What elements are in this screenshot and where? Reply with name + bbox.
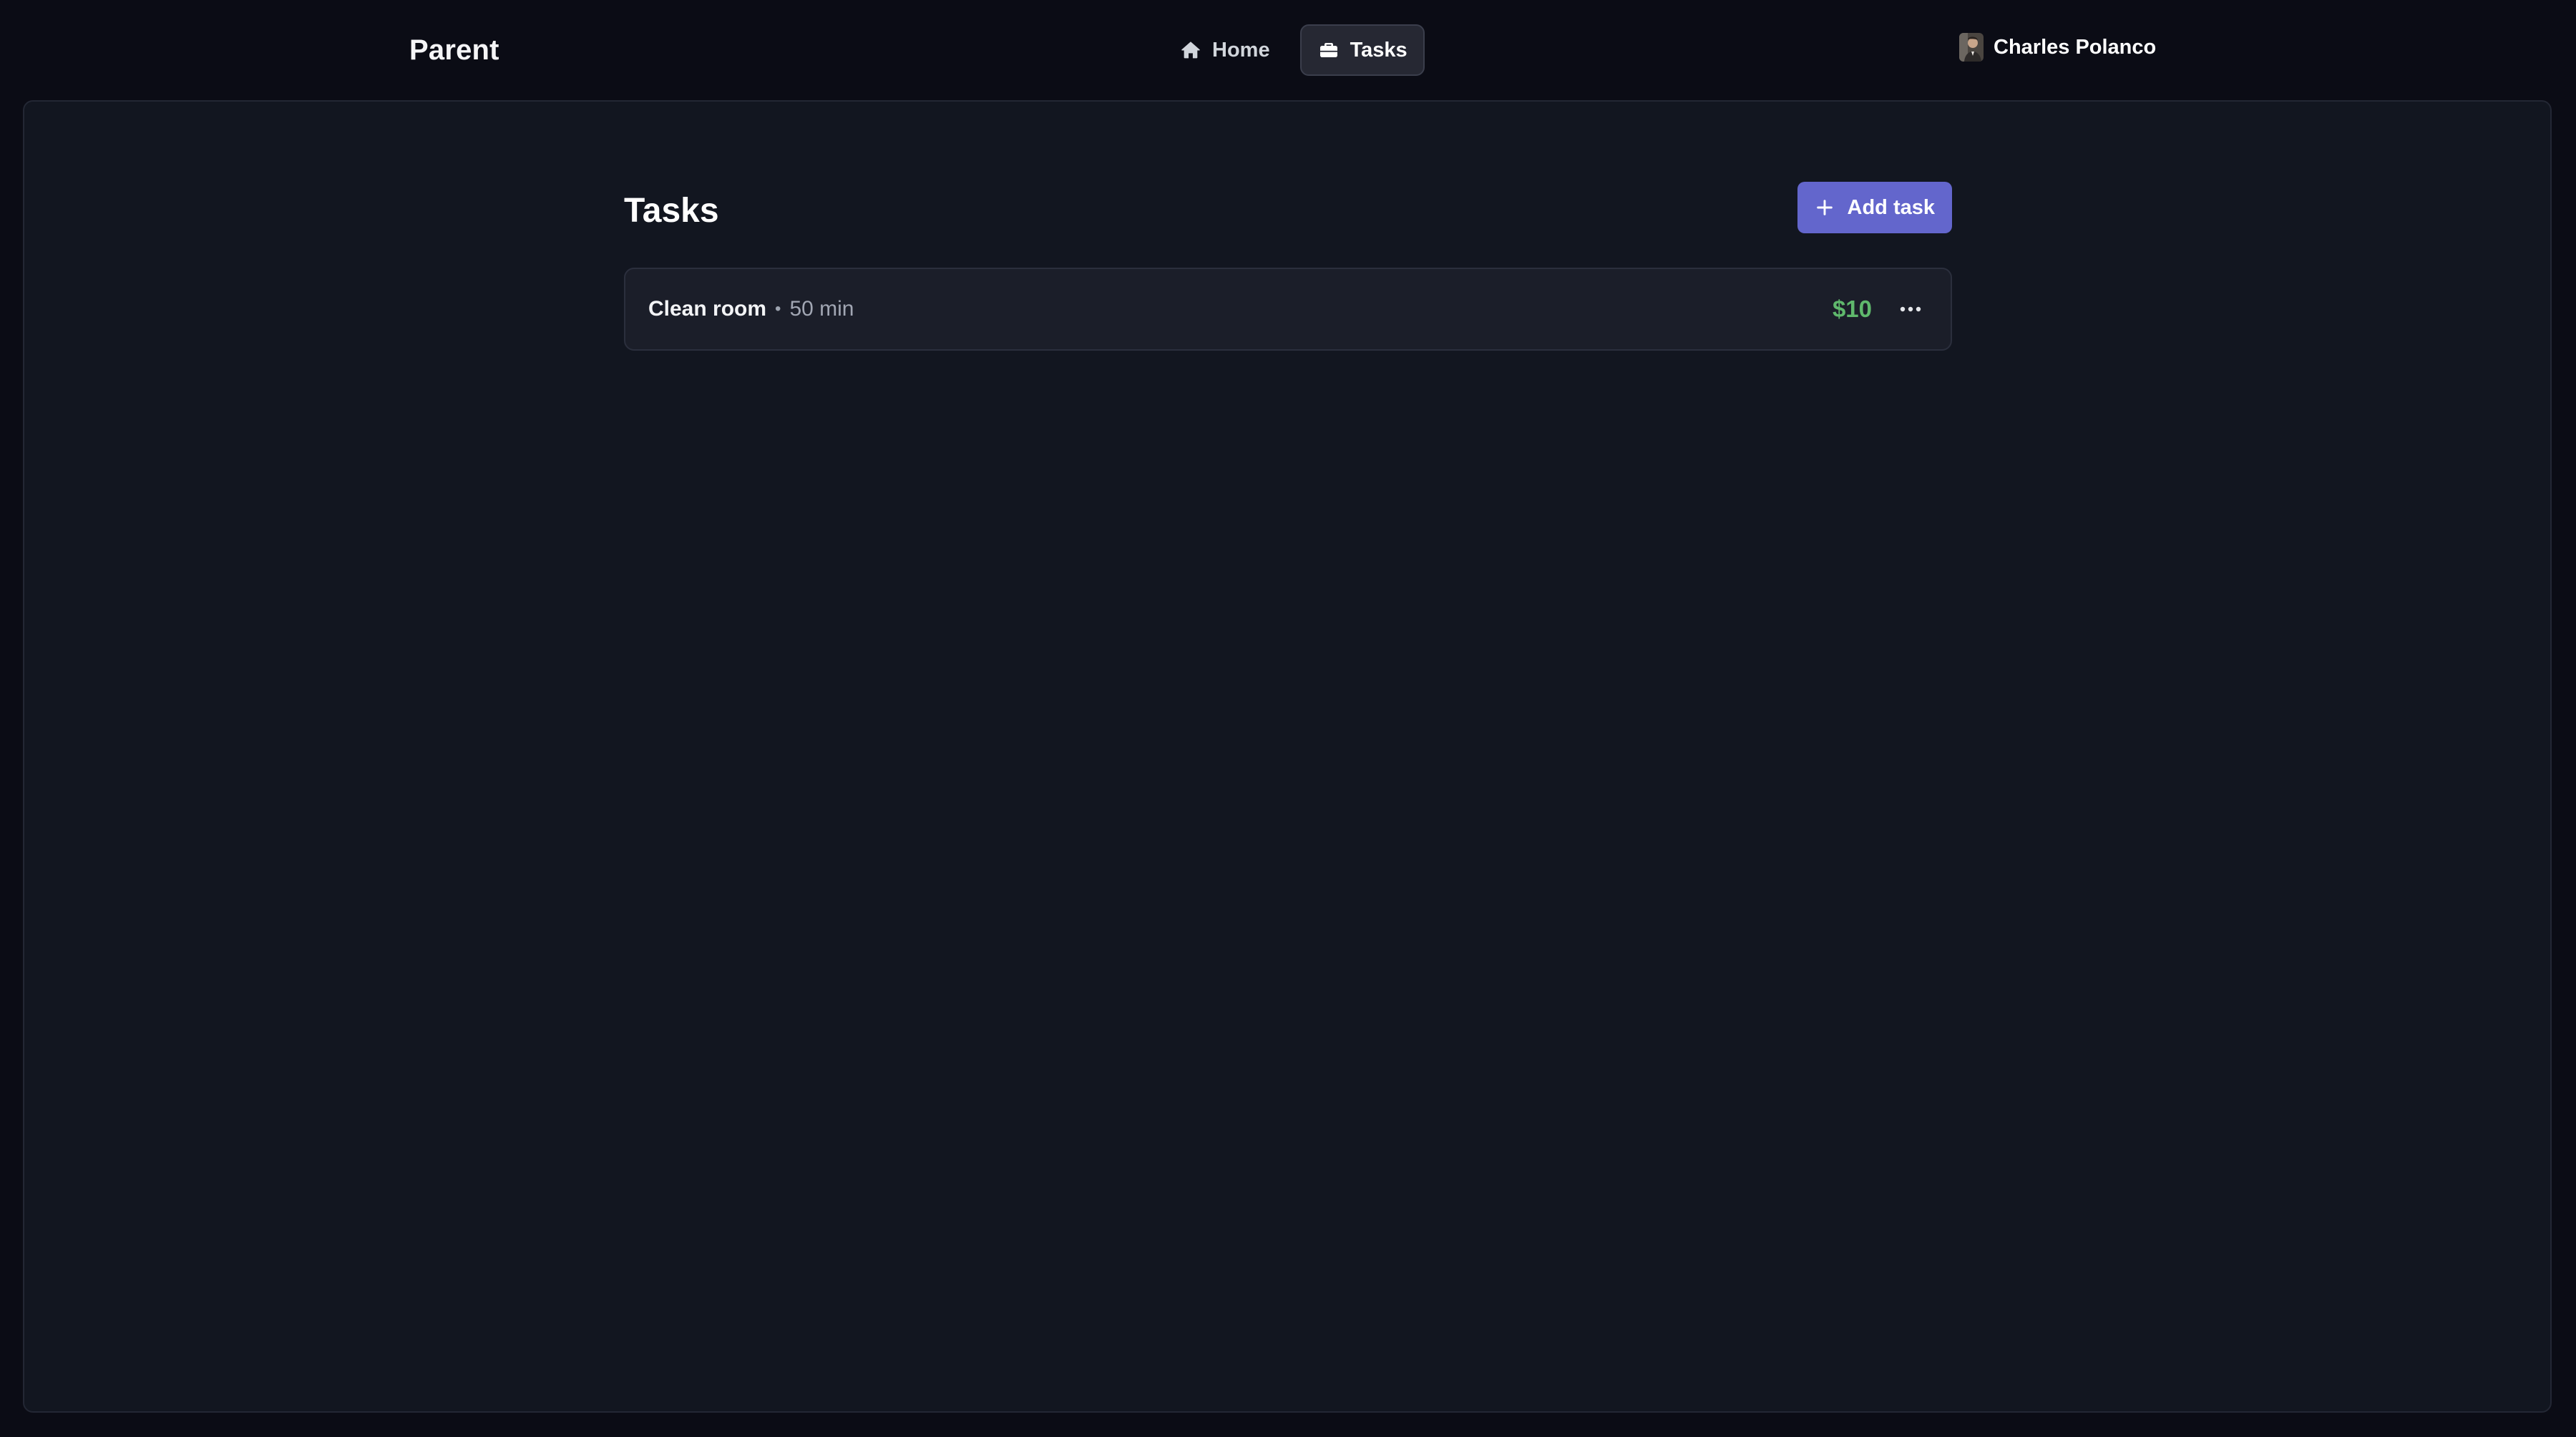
avatar bbox=[1959, 33, 1984, 62]
user-name: Charles Polanco bbox=[1994, 35, 2157, 59]
page-title: Tasks bbox=[624, 192, 719, 230]
user-menu[interactable]: Charles Polanco bbox=[1959, 33, 2156, 62]
nav-item-tasks[interactable]: Tasks bbox=[1299, 24, 1425, 76]
plus-icon bbox=[1813, 196, 1836, 219]
nav-item-home[interactable]: Home bbox=[1162, 24, 1287, 76]
task-separator: • bbox=[775, 299, 781, 318]
task-row[interactable]: Clean room • 50 min $10 bbox=[624, 268, 1952, 351]
add-task-button[interactable]: Add task bbox=[1797, 182, 1952, 233]
app-brand: Parent bbox=[409, 34, 499, 66]
top-bar: Parent Home Tasks Charles Polanco bbox=[0, 0, 2576, 100]
ellipsis-icon bbox=[1900, 306, 1921, 312]
briefcase-icon bbox=[1317, 39, 1340, 62]
home-icon bbox=[1179, 39, 1202, 62]
task-name: Clean room bbox=[648, 297, 767, 321]
task-list: Clean room • 50 min $10 bbox=[624, 268, 1952, 351]
nav-item-tasks-label: Tasks bbox=[1350, 38, 1407, 62]
nav-item-home-label: Home bbox=[1212, 38, 1270, 62]
add-task-label: Add task bbox=[1847, 195, 1935, 219]
main-nav: Home Tasks bbox=[1162, 24, 1425, 76]
task-reward: $10 bbox=[1832, 296, 1872, 322]
more-options-button[interactable] bbox=[1893, 292, 1928, 326]
task-actions: $10 bbox=[1833, 292, 1928, 326]
task-duration: 50 min bbox=[789, 297, 854, 321]
